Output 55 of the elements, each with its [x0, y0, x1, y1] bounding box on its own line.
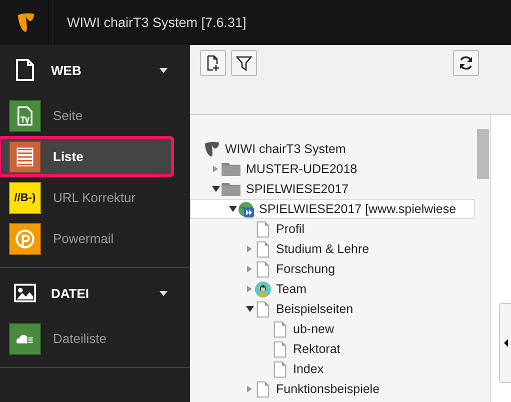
filter-button[interactable]	[231, 50, 257, 76]
expanded-arrow-icon[interactable]	[246, 306, 254, 312]
collapsed-arrow-icon[interactable]	[247, 265, 252, 273]
caret-icon[interactable]	[159, 290, 168, 296]
tree-node[interactable]: MUSTER-UDE2018	[190, 159, 475, 179]
module-group-label[interactable]: DATEI	[51, 286, 159, 300]
page-icon	[272, 360, 288, 378]
page-icon	[272, 320, 288, 338]
image-icon	[14, 282, 36, 304]
tree-node[interactable]: Funktionsbeispiele	[190, 379, 475, 399]
folder-icon	[221, 162, 241, 176]
collapsed-arrow-icon[interactable]	[247, 285, 252, 293]
logo-icon	[204, 140, 220, 158]
new-page-icon	[205, 55, 221, 71]
expanded-arrow-icon[interactable]	[228, 206, 236, 212]
logo-icon[interactable]	[16, 12, 36, 34]
module-item[interactable]: Powermail	[0, 218, 174, 259]
page-icon	[255, 260, 271, 278]
page-icon	[255, 240, 271, 258]
person-icon	[255, 280, 271, 298]
tree-node[interactable]: SPIELWIESE2017	[190, 179, 475, 199]
page-icon	[272, 340, 288, 358]
page-icon	[255, 220, 271, 238]
page-icon	[255, 380, 271, 398]
module-badge: //B-)	[9, 182, 41, 214]
tree-node[interactable]: ub-new	[190, 319, 475, 339]
tree-node[interactable]: Beispielseiten	[190, 299, 475, 319]
tree-node[interactable]: Studium & Lehre	[190, 239, 475, 259]
tree-node[interactable]: Team	[190, 279, 475, 299]
module-item[interactable]: Seite	[0, 95, 174, 136]
globe-icon	[238, 200, 254, 218]
refresh-icon	[458, 55, 474, 71]
caret-icon[interactable]	[159, 68, 168, 72]
module-item[interactable]: //B-) URL Korrektur	[0, 177, 174, 218]
tree-node[interactable]: WIWI chairT3 System	[190, 139, 475, 159]
document-icon	[14, 59, 36, 81]
page-icon	[255, 300, 271, 318]
module-item[interactable]: Dateiliste	[0, 318, 174, 359]
collapsed-arrow-icon[interactable]	[247, 385, 252, 393]
tree-node[interactable]: Rektorat	[190, 339, 475, 359]
collapsed-arrow-icon[interactable]	[213, 165, 218, 173]
expanded-arrow-icon[interactable]	[212, 186, 220, 192]
caret-icon	[504, 339, 508, 347]
folder-icon	[221, 182, 241, 196]
collapsed-arrow-icon[interactable]	[247, 245, 252, 253]
tree-node[interactable]: Profil	[190, 219, 475, 239]
app-title: WIWI chairT3 System [7.6.31]	[67, 15, 246, 30]
filter-icon	[236, 55, 252, 71]
scrollbar-thumb[interactable]	[476, 129, 488, 179]
module-group-label[interactable]: WEB	[51, 62, 159, 78]
tree-node[interactable]: Index	[190, 359, 475, 379]
module-item[interactable]: Liste	[0, 136, 174, 177]
new-page-button[interactable]	[200, 50, 226, 76]
refresh-button[interactable]	[453, 50, 479, 76]
tree-node[interactable]: Forschung	[190, 259, 475, 279]
